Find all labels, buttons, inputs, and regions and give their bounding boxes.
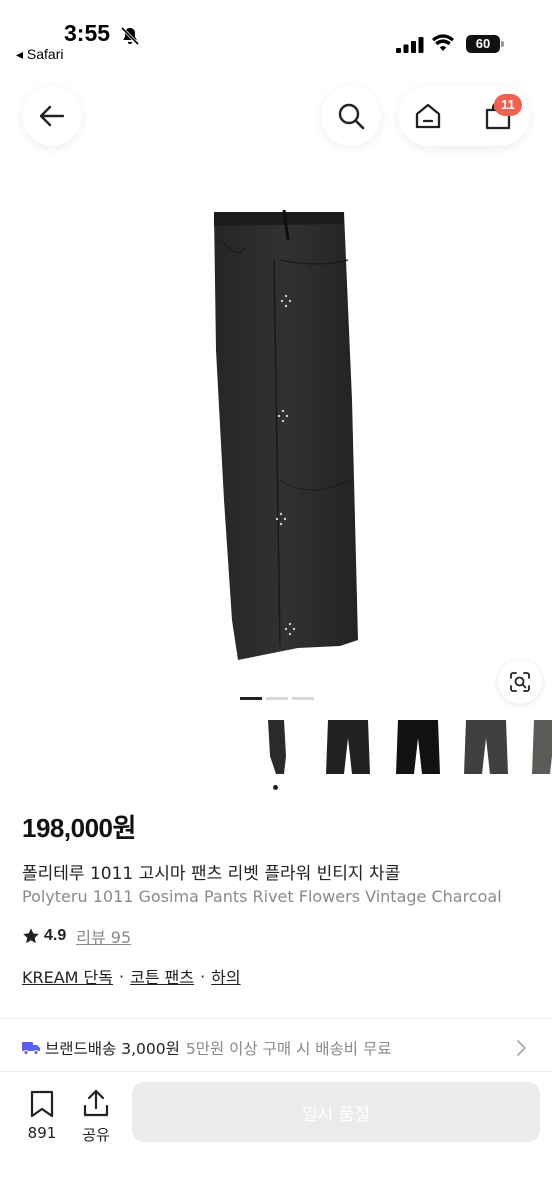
thumbnail-selected-dot — [273, 785, 278, 790]
pager-dot — [240, 697, 262, 700]
thumbnail-charcoal-front[interactable] — [318, 716, 378, 780]
wifi-icon — [432, 34, 454, 51]
breadcrumb-cotton-pants[interactable]: 코튼 팬츠 — [130, 964, 194, 988]
product-image[interactable] — [180, 200, 380, 670]
image-pager — [240, 697, 314, 700]
thumbnail-strip — [248, 716, 552, 796]
arrow-left-icon — [39, 105, 65, 127]
breadcrumb-kream-exclusive[interactable]: KREAM 단독 — [22, 964, 113, 988]
home-icon[interactable] — [412, 100, 444, 132]
shipping-free-condition: 5만원 이상 구매 시 배송비 무료 — [185, 1040, 392, 1058]
share-icon — [83, 1089, 109, 1117]
soldout-button[interactable]: 일시 품절 — [132, 1082, 540, 1142]
search-icon — [338, 103, 365, 130]
bell-off-icon — [120, 26, 140, 46]
review-link[interactable]: 리뷰 95 — [76, 924, 131, 948]
breadcrumb-bottoms[interactable]: 하의 — [211, 964, 240, 988]
product-price: 198,000원 — [22, 813, 136, 843]
pager-dot — [266, 697, 288, 700]
breadcrumb-separator: · — [200, 966, 206, 986]
image-search-button[interactable] — [498, 660, 542, 704]
battery-indicator: 60 — [466, 35, 504, 53]
breadcrumb: KREAM 단독 · 코튼 팬츠 · 하의 — [22, 964, 241, 988]
thumbnail-grey-front[interactable] — [456, 716, 516, 780]
product-name-ko: 폴리테루 1011 고시마 팬츠 리벳 플라워 빈티지 차콜 — [22, 864, 401, 884]
product-name-en: Polyteru 1011 Gosima Pants Rivet Flowers… — [22, 887, 502, 906]
lens-icon — [510, 672, 530, 692]
back-button[interactable] — [22, 86, 82, 146]
breadcrumb-separator: · — [119, 966, 125, 986]
pager-dot — [292, 697, 314, 700]
star-icon — [23, 928, 39, 944]
cart-count-badge: 11 — [494, 94, 522, 116]
share-button[interactable]: 공유 — [76, 1088, 116, 1148]
status-time: 3:55 — [64, 20, 111, 46]
chevron-right-icon[interactable] — [516, 1039, 528, 1057]
bottom-action-bar: 891 공유 일시 품절 — [0, 1072, 552, 1200]
share-label: 공유 — [82, 1126, 110, 1144]
status-bar: 3:55 ◂ Safari 60 — [0, 0, 552, 70]
rating-row: 4.9 리뷰 95 — [22, 924, 131, 948]
rating-value: 4.9 — [44, 927, 67, 944]
shipping-fee: 브랜드배송 3,000원 — [45, 1040, 180, 1058]
signal-icon — [396, 37, 424, 53]
search-button[interactable] — [321, 86, 381, 146]
save-count: 891 — [27, 1124, 57, 1142]
truck-icon — [22, 1042, 40, 1055]
shipping-info[interactable]: 브랜드배송 3,000원 5만원 이상 구매 시 배송비 무료 — [22, 1034, 534, 1062]
back-to-safari[interactable]: ◂ Safari — [16, 46, 64, 63]
battery-tip — [501, 41, 504, 47]
divider — [0, 1018, 552, 1019]
bookmark-icon — [30, 1090, 54, 1118]
save-button[interactable]: 891 — [22, 1090, 62, 1150]
thumbnail-olive-grey-front[interactable] — [524, 716, 552, 780]
battery-level: 60 — [466, 35, 500, 53]
thumbnail-black-front[interactable] — [388, 716, 448, 780]
nav-pill: 11 — [398, 86, 530, 146]
thumbnail-charcoal-side[interactable] — [248, 716, 308, 780]
